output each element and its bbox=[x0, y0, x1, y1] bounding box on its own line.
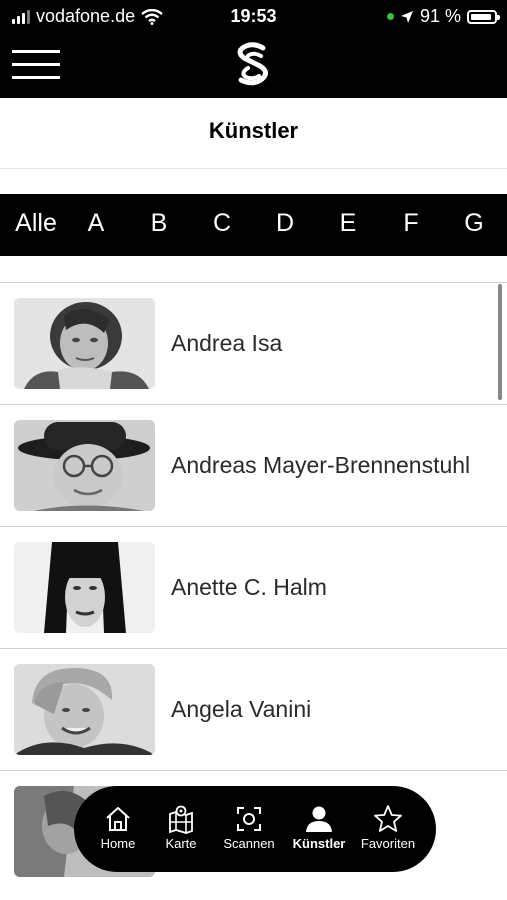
battery-percent: 91 % bbox=[419, 6, 461, 26]
list-item[interactable]: Angela Vanini bbox=[0, 648, 507, 771]
scrollbar[interactable] bbox=[498, 284, 502, 400]
nav-bar bbox=[0, 34, 507, 98]
artist-name: Anette C. Halm bbox=[171, 574, 327, 600]
tab-map-label: Karte bbox=[165, 836, 197, 851]
menu-icon[interactable] bbox=[12, 48, 60, 82]
filter-all[interactable]: Alle bbox=[6, 209, 66, 238]
location-arrow-icon bbox=[400, 10, 413, 23]
artist-photo bbox=[14, 298, 155, 389]
battery-icon bbox=[467, 9, 500, 24]
alphabet-filter: Alle A B C D E F G bbox=[0, 194, 507, 256]
home-icon bbox=[106, 807, 130, 831]
artist-name: Andreas Mayer-Brennenstuhl bbox=[171, 452, 471, 478]
filter-b[interactable]: B bbox=[129, 209, 189, 238]
artist-photo bbox=[14, 420, 155, 511]
tab-bar: Home Karte Scannen Künstler Favoriten bbox=[74, 786, 436, 872]
status-right: 91 % bbox=[386, 6, 500, 27]
filter-a[interactable]: A bbox=[66, 209, 126, 238]
tab-scan[interactable]: Scannen bbox=[215, 804, 283, 851]
status-bar: vodafone.de 19:53 91 % bbox=[0, 0, 507, 34]
scan-icon bbox=[237, 807, 261, 831]
list-item[interactable]: Anette C. Halm bbox=[0, 526, 507, 649]
battery-fill bbox=[471, 13, 492, 20]
app-logo-icon bbox=[237, 42, 268, 86]
star-icon bbox=[374, 805, 402, 832]
page-title-bar: Künstler bbox=[0, 98, 507, 169]
artist-name: Andrea Isa bbox=[171, 330, 283, 356]
tab-artists[interactable]: Künstler bbox=[285, 804, 353, 851]
artist-name: Angela Vanini bbox=[171, 696, 312, 722]
list-item[interactable]: Andreas Mayer-Brennenstuhl bbox=[0, 404, 507, 527]
filter-c[interactable]: C bbox=[192, 209, 252, 238]
artist-photo bbox=[14, 542, 155, 633]
camera-indicator-icon bbox=[386, 13, 394, 20]
filter-f[interactable]: F bbox=[381, 209, 441, 238]
tab-scan-label: Scannen bbox=[223, 836, 275, 851]
person-icon bbox=[306, 806, 332, 832]
tab-artists-label: Künstler bbox=[292, 836, 346, 851]
tab-favorites[interactable]: Favoriten bbox=[354, 804, 422, 851]
artist-photo bbox=[14, 664, 155, 755]
filter-d[interactable]: D bbox=[255, 209, 315, 238]
tab-favorites-label: Favoriten bbox=[360, 836, 416, 851]
tab-home[interactable]: Home bbox=[84, 804, 152, 851]
tab-map[interactable]: Karte bbox=[147, 804, 215, 851]
map-icon bbox=[169, 805, 193, 834]
page-title: Künstler bbox=[208, 118, 299, 143]
list-item[interactable]: Andrea Isa bbox=[0, 282, 507, 405]
tab-home-label: Home bbox=[100, 836, 136, 851]
filter-e[interactable]: E bbox=[318, 209, 378, 238]
filter-g[interactable]: G bbox=[444, 209, 504, 238]
